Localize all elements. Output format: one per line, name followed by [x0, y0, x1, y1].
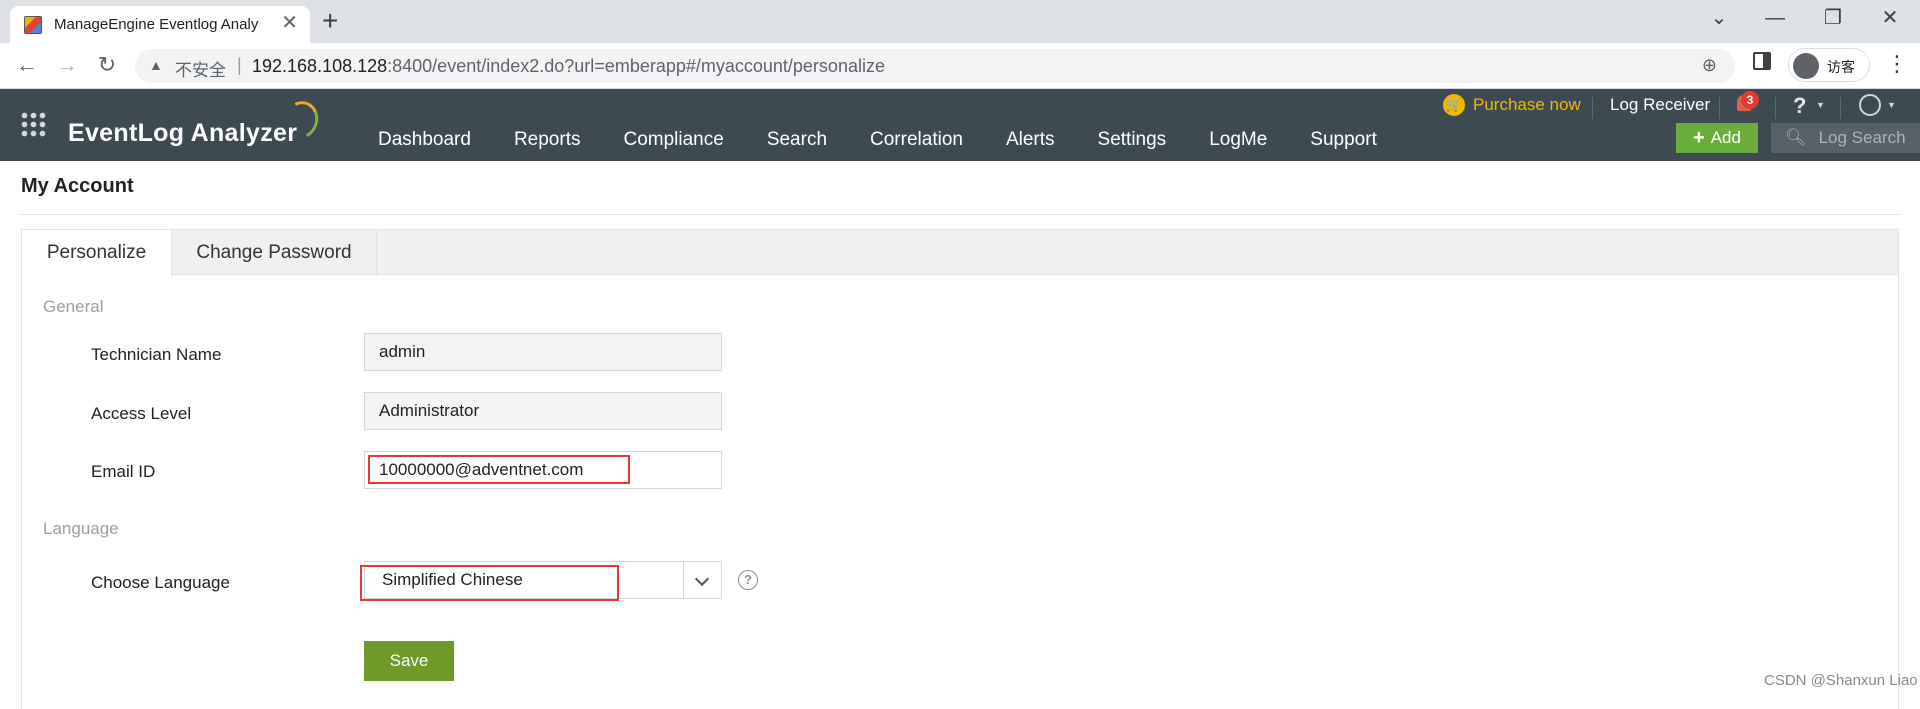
reload-icon[interactable]: ↻: [94, 52, 120, 78]
help-chevron-down-icon[interactable]: ▼: [1816, 100, 1825, 110]
favicon-icon: [24, 16, 42, 34]
profile-avatar-icon: [1793, 53, 1819, 79]
address-bar[interactable]: ▲ 不安全 | 192.168.108.128:8400/event/index…: [135, 49, 1735, 83]
add-button[interactable]: + Add: [1676, 123, 1758, 153]
chevron-down-icon[interactable]: [683, 562, 721, 598]
security-label[interactable]: 不安全: [175, 56, 226, 81]
tab-bar: Personalize Change Password: [22, 230, 1898, 276]
search-icon[interactable]: 🔍︎: [1785, 128, 1807, 148]
technician-name-label: Technician Name: [91, 345, 222, 364]
nav-support[interactable]: Support: [1310, 129, 1377, 151]
title-divider: [21, 214, 1899, 215]
url-divider: |: [237, 55, 242, 75]
nav-dashboard[interactable]: Dashboard: [378, 129, 471, 151]
page-title: My Account: [21, 175, 134, 197]
plus-icon: +: [1693, 126, 1705, 149]
zoom-icon[interactable]: ⊕: [1702, 55, 1717, 76]
url-path: :8400/event/index2.do?url=emberapp#/myac…: [387, 56, 885, 76]
forward-arrow-icon[interactable]: →: [54, 52, 80, 78]
browser-tab[interactable]: ManageEngine Eventlog Analy ✕: [10, 6, 310, 43]
url-text[interactable]: 192.168.108.128:8400/event/index2.do?url…: [252, 56, 885, 77]
nav-logme[interactable]: LogMe: [1209, 129, 1267, 151]
add-button-label: Add: [1710, 128, 1741, 147]
close-tab-icon[interactable]: ✕: [281, 13, 298, 33]
header-divider: [1840, 97, 1841, 119]
email-label: Email ID: [91, 462, 156, 481]
browser-menu-icon[interactable]: ⋮: [1886, 51, 1908, 77]
header-divider: [1719, 97, 1720, 119]
account-panel: Personalize Change Password General Tech…: [21, 229, 1899, 709]
restore-icon[interactable]: ❐: [1821, 6, 1845, 30]
nav-search[interactable]: Search: [767, 129, 827, 151]
language-select-value: Simplified Chinese: [382, 570, 523, 589]
nav-settings[interactable]: Settings: [1098, 129, 1167, 151]
language-select[interactable]: Simplified Chinese: [364, 561, 722, 599]
log-search-input[interactable]: [1818, 128, 1920, 148]
profile-button[interactable]: 访客: [1788, 48, 1870, 82]
help-icon[interactable]: ?: [1793, 93, 1806, 119]
url-host: 192.168.108.128: [252, 56, 388, 76]
profile-label: 访客: [1827, 59, 1855, 75]
nav-alerts[interactable]: Alerts: [1006, 129, 1055, 151]
tab-change-password[interactable]: Change Password: [172, 230, 377, 276]
app-logo[interactable]: EventLog Analyzer: [68, 119, 297, 148]
log-search[interactable]: 🔍︎: [1771, 123, 1920, 153]
header-divider: [1775, 97, 1776, 119]
browser-tabstrip: ManageEngine Eventlog Analy ✕ + ⌄ — ❐ ✕: [0, 0, 1920, 43]
main-nav: Dashboard Reports Compliance Search Corr…: [378, 129, 1420, 151]
section-general: General: [43, 297, 104, 316]
close-window-icon[interactable]: ✕: [1878, 6, 1902, 30]
tab-personalize[interactable]: Personalize: [22, 230, 172, 276]
access-level-label: Access Level: [91, 404, 192, 423]
email-field[interactable]: [364, 451, 722, 489]
browser-toolbar: ← → ↻ ▲ 不安全 | 192.168.108.128:8400/event…: [0, 43, 1920, 89]
access-level-field: Administrator: [364, 392, 722, 430]
tab-search-chevron-down-icon[interactable]: ⌄: [1707, 6, 1731, 30]
section-language: Language: [43, 519, 119, 538]
new-tab-button[interactable]: +: [322, 7, 338, 35]
back-arrow-icon[interactable]: ←: [14, 52, 40, 78]
notification-badge[interactable]: 3: [1741, 91, 1759, 109]
language-help-icon[interactable]: ?: [738, 570, 758, 590]
purchase-now-link[interactable]: 🛒 Purchase now: [1443, 94, 1581, 116]
user-account-icon[interactable]: [1859, 94, 1881, 116]
minimize-icon[interactable]: —: [1763, 6, 1787, 30]
browser-tab-title: ManageEngine Eventlog Analy: [54, 16, 259, 33]
nav-reports[interactable]: Reports: [514, 129, 581, 151]
app-grid-icon[interactable]: [20, 111, 46, 137]
technician-name-field: admin: [364, 333, 722, 371]
app-header: EventLog Analyzer Dashboard Reports Comp…: [0, 89, 1920, 161]
cart-icon: 🛒: [1443, 94, 1465, 116]
user-chevron-down-icon[interactable]: ▼: [1887, 100, 1896, 110]
side-panel-icon[interactable]: [1753, 52, 1771, 70]
save-button[interactable]: Save: [364, 641, 454, 681]
warning-triangle-icon[interactable]: ▲: [149, 57, 163, 73]
log-receiver-link[interactable]: Log Receiver: [1610, 95, 1710, 115]
nav-compliance[interactable]: Compliance: [623, 129, 723, 151]
header-divider: [1592, 97, 1593, 119]
purchase-now-label: Purchase now: [1473, 95, 1581, 114]
nav-correlation[interactable]: Correlation: [870, 129, 963, 151]
watermark: CSDN @Shanxun Liao: [1764, 672, 1918, 689]
choose-language-label: Choose Language: [91, 573, 230, 592]
